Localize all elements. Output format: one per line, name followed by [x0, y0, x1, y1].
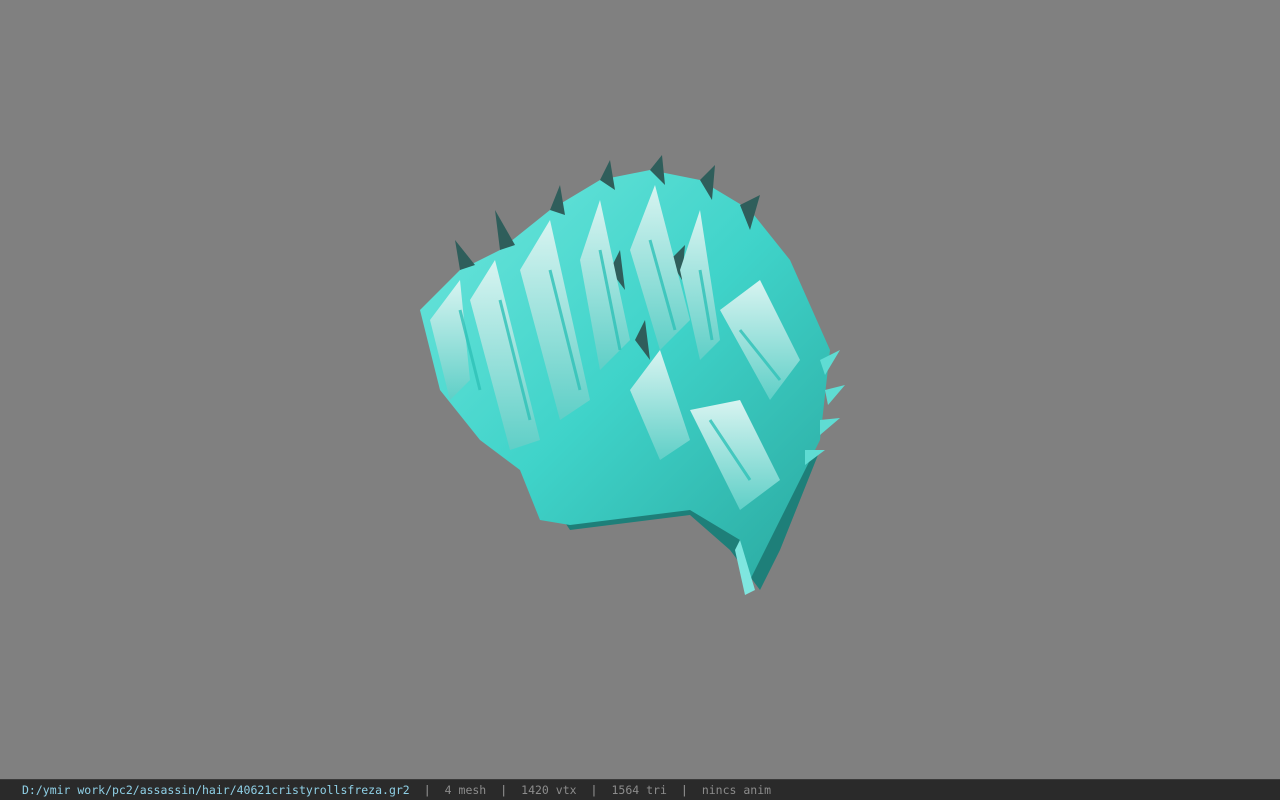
animation-status: nincs anim [701, 783, 772, 797]
mesh-count: 4 mesh [444, 783, 487, 797]
vertex-count: 1420 vtx [521, 783, 577, 797]
spiky-hair-model-icon [420, 155, 845, 595]
3d-viewport[interactable] [0, 0, 1280, 779]
triangle-count: 1564 tri [611, 783, 667, 797]
separator: | [423, 783, 431, 797]
status-bar: D:/ymir work/pc2/assassin/hair/40621cris… [0, 779, 1280, 800]
separator: | [500, 783, 508, 797]
file-path: D:/ymir work/pc2/assassin/hair/40621cris… [22, 783, 410, 797]
separator: | [680, 783, 688, 797]
separator: | [590, 783, 598, 797]
